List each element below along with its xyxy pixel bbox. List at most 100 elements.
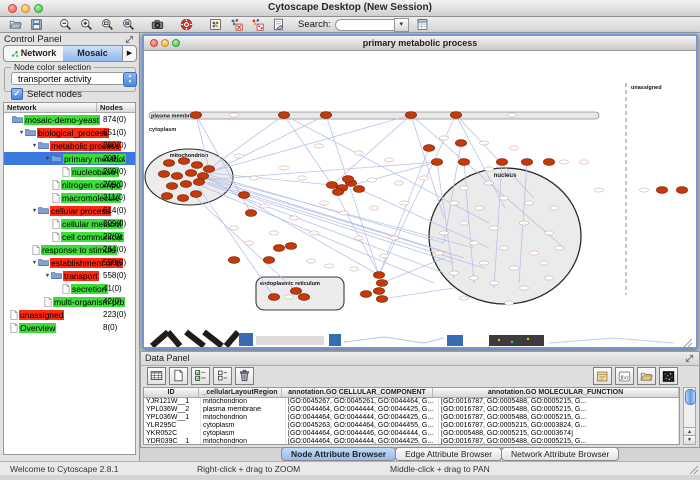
network-node[interactable] [285, 243, 296, 250]
node-label[interactable] [524, 201, 533, 205]
network-node[interactable] [496, 159, 507, 166]
node-label[interactable] [479, 141, 488, 145]
select-all-attributes-icon[interactable] [191, 367, 210, 385]
snapshot-icon[interactable] [148, 18, 166, 32]
network-node[interactable] [178, 158, 189, 165]
dropdown-stepper-icon[interactable]: ▲▼ [123, 72, 137, 87]
formula-icon[interactable]: f(x) [615, 367, 634, 385]
node-label[interactable] [229, 226, 238, 230]
network-node[interactable] [521, 159, 532, 166]
table-row[interactable]: YKR052Ccytoplasm[GO:0044464, GO:0044446,… [144, 430, 679, 438]
node-label[interactable] [309, 231, 318, 235]
float-panel-icon[interactable] [685, 354, 694, 363]
node-label[interactable] [434, 251, 443, 255]
node-label[interactable] [504, 301, 513, 305]
node-label[interactable] [234, 154, 243, 158]
select-columns-icon[interactable] [147, 367, 166, 385]
expand-arrow-icon[interactable]: ▼ [31, 208, 38, 214]
copy-visual-style-icon[interactable] [227, 18, 245, 32]
tree-row[interactable]: multi-organism pro42(0) [4, 295, 135, 308]
network-node[interactable] [676, 187, 687, 194]
close-icon[interactable] [8, 4, 17, 13]
node-label[interactable] [529, 251, 538, 255]
node-label[interactable] [459, 186, 468, 190]
network-node[interactable] [228, 257, 239, 264]
node-label[interactable] [289, 216, 298, 220]
table-row[interactable]: YPL036W__1mitochondrion[GO:0044464, GO:0… [144, 414, 679, 422]
paste-visual-style-icon[interactable] [248, 18, 266, 32]
node-label[interactable] [389, 236, 398, 240]
node-label[interactable] [339, 211, 348, 215]
network-node[interactable] [290, 288, 301, 295]
network-node[interactable] [373, 272, 384, 279]
label-icon[interactable] [593, 367, 612, 385]
column-header[interactable]: ID [144, 388, 199, 397]
tab-mosaic[interactable]: Mosaic [63, 46, 122, 61]
zoom-in-icon[interactable] [77, 18, 95, 32]
tree-row[interactable]: nitrogen compo209(0) [4, 178, 135, 191]
node-label[interactable] [319, 201, 328, 205]
open-attribute-folder-icon[interactable] [637, 367, 656, 385]
network-node[interactable] [191, 162, 202, 169]
node-label[interactable] [479, 261, 488, 265]
node-label[interactable] [579, 160, 588, 164]
node-label[interactable] [509, 266, 518, 270]
table-row[interactable]: YDR039C__1mitochondrion[GO:0044464, GO:0… [144, 438, 679, 445]
node-label[interactable] [439, 136, 448, 140]
node-label[interactable] [306, 259, 315, 263]
network-node[interactable] [353, 186, 364, 193]
node-label[interactable] [499, 196, 508, 200]
network-node[interactable] [273, 245, 284, 252]
node-label[interactable] [384, 158, 393, 162]
node-label[interactable] [539, 261, 548, 265]
node-label[interactable] [639, 188, 648, 192]
expand-arrow-icon[interactable]: ▼ [18, 130, 25, 136]
network-node[interactable] [268, 294, 279, 301]
tree-row[interactable]: cellular metabol209(0) [4, 217, 135, 230]
new-attribute-icon[interactable] [169, 367, 188, 385]
network-node[interactable] [656, 187, 667, 194]
node-label[interactable] [367, 178, 376, 182]
node-label[interactable] [499, 246, 508, 250]
tree-row[interactable]: secretion41(0) [4, 282, 135, 295]
maximize-icon[interactable] [172, 39, 180, 47]
node-label[interactable] [354, 236, 363, 240]
network-node[interactable] [263, 257, 274, 264]
node-label[interactable] [449, 201, 458, 205]
node-label[interactable] [554, 246, 563, 250]
network-node[interactable] [245, 210, 256, 217]
tree-row[interactable]: nucleobase-209(0) [4, 165, 135, 178]
zoom-out-icon[interactable] [56, 18, 74, 32]
node-label[interactable] [249, 176, 258, 180]
expand-arrow-icon[interactable]: ▼ [31, 260, 38, 266]
network-node[interactable] [190, 191, 201, 198]
network-node[interactable] [405, 112, 416, 119]
import-table-icon[interactable] [414, 18, 432, 32]
node-label[interactable] [297, 176, 306, 180]
node-label[interactable] [484, 167, 493, 171]
more-tabs-icon[interactable]: ▶ [122, 46, 136, 61]
tree-row[interactable]: ▼establishment of lo558(0) [4, 256, 135, 269]
maximize-icon[interactable] [34, 4, 43, 13]
node-label[interactable] [259, 204, 268, 208]
node-label[interactable] [507, 113, 516, 117]
network-node[interactable] [298, 294, 309, 301]
zoom-selected-icon[interactable] [119, 18, 137, 32]
unselect-all-attributes-icon[interactable] [213, 367, 232, 385]
tree-row[interactable]: ▼transport558(0) [4, 269, 135, 282]
network-node[interactable] [342, 176, 353, 183]
column-header[interactable]: annotation.GO MOLECULAR_FUNCTION [433, 388, 679, 397]
network-node[interactable] [177, 195, 188, 202]
table-row[interactable]: YLR295Ccytoplasm[GO:0045263, GO:0044464,… [144, 422, 679, 430]
expand-arrow-icon[interactable]: ▼ [44, 273, 51, 279]
network-node[interactable] [320, 112, 331, 119]
network-node[interactable] [360, 291, 371, 298]
node-label[interactable] [519, 286, 528, 290]
search-input[interactable] [335, 19, 394, 31]
layout-icon[interactable] [206, 18, 224, 32]
tab-node-attribute-browser[interactable]: Node Attribute Browser [281, 447, 396, 461]
node-label[interactable] [459, 221, 468, 225]
network-node[interactable] [543, 159, 554, 166]
delete-attribute-icon[interactable] [235, 367, 254, 385]
network-node[interactable] [238, 192, 249, 199]
